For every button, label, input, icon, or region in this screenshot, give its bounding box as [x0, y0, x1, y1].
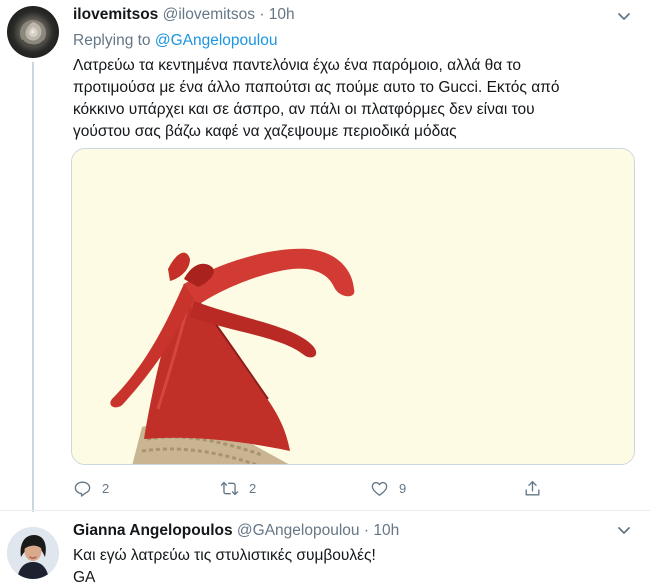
- replying-prefix: Replying to: [73, 32, 151, 49]
- thread-line: [32, 62, 34, 512]
- tweet[interactable]: ilovemitsos @ilovemitsos · 10h Replying …: [0, 0, 650, 512]
- user-handle[interactable]: @GAngelopoulou: [237, 522, 360, 539]
- tweet-text: Και εγώ λατρεύω τις στυλιστικές συμβουλέ…: [73, 545, 573, 588]
- retweet-button[interactable]: 2: [220, 477, 256, 499]
- tweet-text-line: προτιμούσα με ένα άλλο παπούτσι ας πούμε…: [73, 79, 560, 96]
- tweet-text-line: GA: [73, 569, 96, 586]
- mention-link[interactable]: @GAngelopoulou: [155, 32, 278, 49]
- tweet-actions: 2 2 9: [73, 477, 553, 499]
- tweet-text-line: Λατρεύω τα κεντημένα παντελόνια έχω ένα …: [73, 57, 522, 74]
- separator: ·: [259, 6, 265, 23]
- tweet[interactable]: Gianna Angelopoulos @GAngelopoulou · 10h…: [0, 510, 650, 588]
- tweet-text-line: Και εγώ λατρεύω τις στυλιστικές συμβουλέ…: [73, 547, 376, 564]
- replying-to: Replying to @GAngelopoulou: [73, 32, 277, 50]
- timestamp[interactable]: 10h: [269, 6, 295, 23]
- timestamp[interactable]: 10h: [373, 522, 399, 539]
- display-name[interactable]: Gianna Angelopoulos: [73, 522, 233, 539]
- tweet-media[interactable]: [71, 148, 635, 465]
- retweet-count: 2: [249, 480, 257, 496]
- share-button[interactable]: [523, 477, 542, 499]
- profile-photo-image: [7, 527, 59, 579]
- chevron-down-icon[interactable]: [616, 522, 632, 538]
- user-handle[interactable]: @ilovemitsos: [163, 6, 255, 23]
- rose-avatar-image: [20, 20, 46, 47]
- tweet-text-line: κόκκινο υπάρχει και σε άσπρο, αν πάλι οι…: [73, 101, 535, 118]
- reply-icon: [74, 480, 91, 497]
- separator: ·: [363, 522, 370, 539]
- display-name[interactable]: ilovemitsos: [73, 6, 158, 23]
- retweet-icon: [220, 481, 239, 495]
- avatar[interactable]: [7, 527, 59, 579]
- share-icon: [525, 480, 540, 496]
- red-espadrille-image: [72, 149, 634, 464]
- tweet-header: ilovemitsos @ilovemitsos · 10h: [73, 6, 295, 24]
- avatar[interactable]: [7, 6, 59, 58]
- tweet-header: Gianna Angelopoulos @GAngelopoulou · 10h: [73, 522, 399, 540]
- reply-count: 2: [102, 480, 110, 496]
- chevron-down-icon[interactable]: [616, 8, 632, 24]
- like-button[interactable]: 9: [370, 477, 406, 499]
- heart-icon: [371, 481, 388, 496]
- like-count: 9: [399, 480, 407, 496]
- tweet-text-line: γούστου σας βάζω καφέ να χαζεψουμε περιο…: [73, 123, 457, 140]
- tweet-text: Λατρεύω τα κεντημένα παντελόνια έχω ένα …: [73, 55, 633, 143]
- reply-button[interactable]: 2: [73, 477, 109, 499]
